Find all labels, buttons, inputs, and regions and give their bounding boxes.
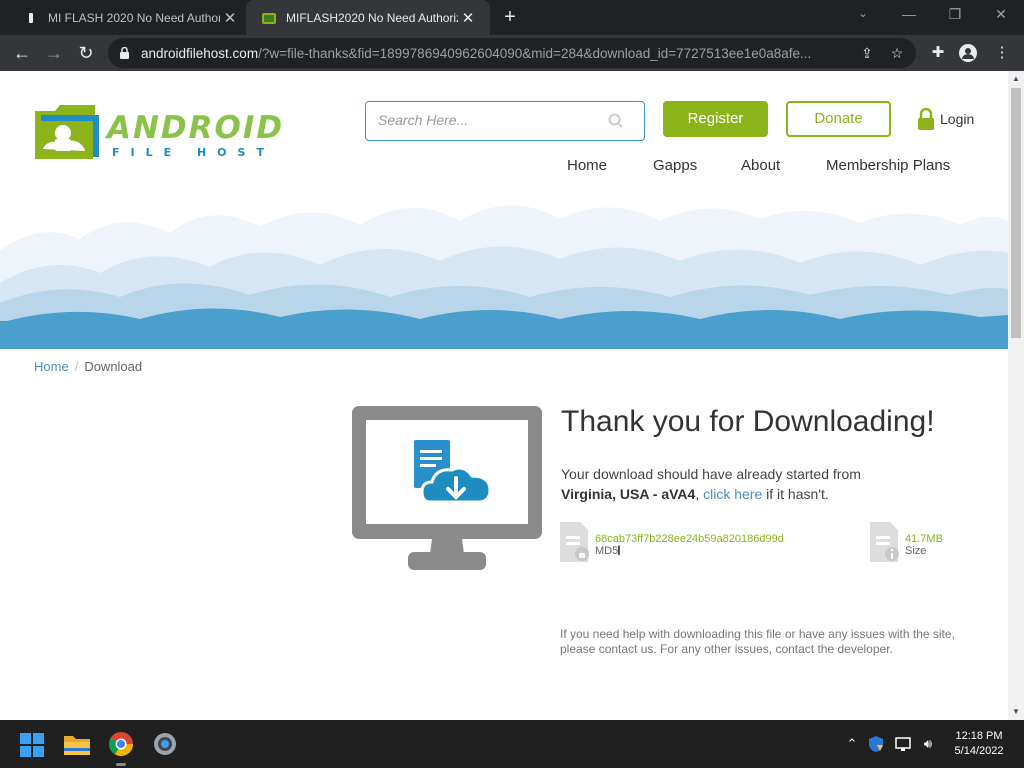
scroll-up-icon[interactable]: ▲: [1008, 71, 1024, 87]
site-logo[interactable]: ANDROID FILE HOST: [33, 99, 293, 161]
search-icon[interactable]: [608, 113, 624, 129]
clock-date: 5/14/2022: [954, 745, 1004, 757]
login-label: Login: [940, 111, 975, 127]
logo-text-file-host: FILE HOST: [112, 146, 275, 159]
tab-title: MIFLASH2020 No Need Authorization: [286, 10, 458, 25]
cloud-banner: [0, 191, 1008, 349]
url-text: androidfilehost.com/?w=file-thanks&fid=1…: [141, 46, 812, 61]
tab-mi-flash[interactable]: MI FLASH 2020 No Need Authorization ✕: [8, 0, 246, 35]
file-info-icon: [870, 522, 899, 562]
download-message-suffix: if it hasn't.: [766, 486, 829, 502]
md5-value: 68cab73ff7b228ee24b59a820186d99d: [595, 533, 784, 545]
profile-icon[interactable]: [958, 43, 978, 63]
active-app-indicator: [116, 763, 126, 766]
md5-label: MD5: [595, 545, 619, 557]
clock-time: 12:18 PM: [955, 730, 1003, 742]
nav-membership-plans[interactable]: Membership Plans: [826, 157, 950, 174]
nav-home[interactable]: Home: [567, 157, 607, 174]
breadcrumb-current: Download: [84, 359, 143, 374]
extensions-icon[interactable]: ✚: [928, 43, 948, 63]
click-here-link[interactable]: click here: [703, 486, 762, 502]
download-message-comma: ,: [695, 486, 700, 502]
monitor-download-icon: [352, 406, 542, 570]
logo-text-android: ANDROID: [107, 110, 285, 146]
tray-overflow-chevron-icon[interactable]: ⌃: [842, 734, 862, 754]
lock-icon: [120, 46, 129, 59]
search-input[interactable]: [378, 112, 598, 128]
settings-gear-icon[interactable]: [149, 728, 181, 760]
nav-gapps[interactable]: Gapps: [653, 157, 697, 174]
mirror-location: Virginia, USA - aVA4: [561, 486, 696, 502]
scroll-down-icon[interactable]: ▼: [1008, 704, 1024, 720]
file-size-label: Size: [905, 545, 927, 557]
tab-close-icon[interactable]: ✕: [458, 9, 478, 27]
back-icon[interactable]: ←: [8, 39, 36, 67]
reload-icon[interactable]: ↻: [72, 39, 100, 67]
windows-taskbar: ⌃ 🔊︎ 12:18 PM 5/14/2022: [0, 720, 1024, 768]
restore-icon[interactable]: ❐: [932, 0, 978, 30]
breadcrumb-home[interactable]: Home: [34, 359, 69, 374]
chrome-menu-icon[interactable]: ⋮: [992, 43, 1012, 63]
nav-about[interactable]: About: [741, 157, 780, 174]
breadcrumb-separator: /: [74, 359, 79, 374]
forward-icon[interactable]: →: [40, 39, 68, 67]
page-content: ANDROID FILE HOST Register Donate Login …: [0, 71, 1008, 720]
file-size-value: 41.7MB: [905, 533, 943, 545]
minimize-icon[interactable]: —: [886, 0, 932, 30]
donate-button[interactable]: Donate: [786, 101, 891, 137]
padlock-icon: [917, 107, 935, 131]
help-text: If you need help with downloading this f…: [560, 627, 955, 656]
scrollbar-thumb[interactable]: [1011, 88, 1021, 338]
share-icon[interactable]: ⇪: [858, 44, 876, 62]
browser-toolbar: ← → ↻ androidfilehost.com/?w=file-thanks…: [0, 35, 1024, 71]
network-icon[interactable]: [894, 734, 914, 754]
new-tab-icon[interactable]: +: [497, 4, 523, 30]
register-button[interactable]: Register: [663, 101, 768, 137]
page-scrollbar[interactable]: ▲ ▼: [1008, 71, 1024, 720]
file-explorer-icon[interactable]: [61, 728, 93, 760]
md5-info: 68cab73ff7b228ee24b59a820186d99d MD5: [560, 522, 820, 564]
windows-start-icon[interactable]: [17, 728, 49, 760]
file-lock-icon: [560, 522, 589, 562]
download-message: Your download should have already starte…: [561, 464, 951, 504]
tab-miflash-active[interactable]: MIFLASH2020 No Need Authorization ✕: [246, 0, 490, 35]
tab-title: MI FLASH 2020 No Need Authorization: [48, 10, 220, 25]
size-info: 41.7MB Size: [870, 522, 970, 564]
text-cursor-icon: I: [617, 542, 621, 558]
tab-favicon-icon: [24, 11, 38, 25]
chrome-icon[interactable]: [105, 728, 137, 760]
volume-icon[interactable]: 🔊︎: [918, 734, 938, 754]
breadcrumb: Home / Download: [34, 359, 142, 374]
tab-close-icon[interactable]: ✕: [220, 9, 240, 27]
login-link[interactable]: Login: [917, 105, 974, 133]
android-folder-icon: [35, 105, 99, 159]
page-title: Thank you for Downloading!: [561, 405, 935, 438]
close-window-icon[interactable]: ✕: [978, 0, 1024, 30]
address-bar[interactable]: androidfilehost.com/?w=file-thanks&fid=1…: [108, 38, 916, 68]
afh-favicon-icon: [262, 11, 276, 25]
taskbar-clock[interactable]: 12:18 PM 5/14/2022: [944, 729, 1014, 759]
tab-strip: MI FLASH 2020 No Need Authorization ✕ MI…: [0, 0, 1024, 35]
search-box: [365, 101, 645, 141]
security-shield-icon[interactable]: [866, 734, 886, 754]
download-message-prefix: Your download should have already starte…: [561, 466, 861, 482]
bookmark-star-icon[interactable]: ☆: [888, 44, 906, 62]
tab-search-chevron-icon[interactable]: ⌄: [840, 0, 886, 30]
